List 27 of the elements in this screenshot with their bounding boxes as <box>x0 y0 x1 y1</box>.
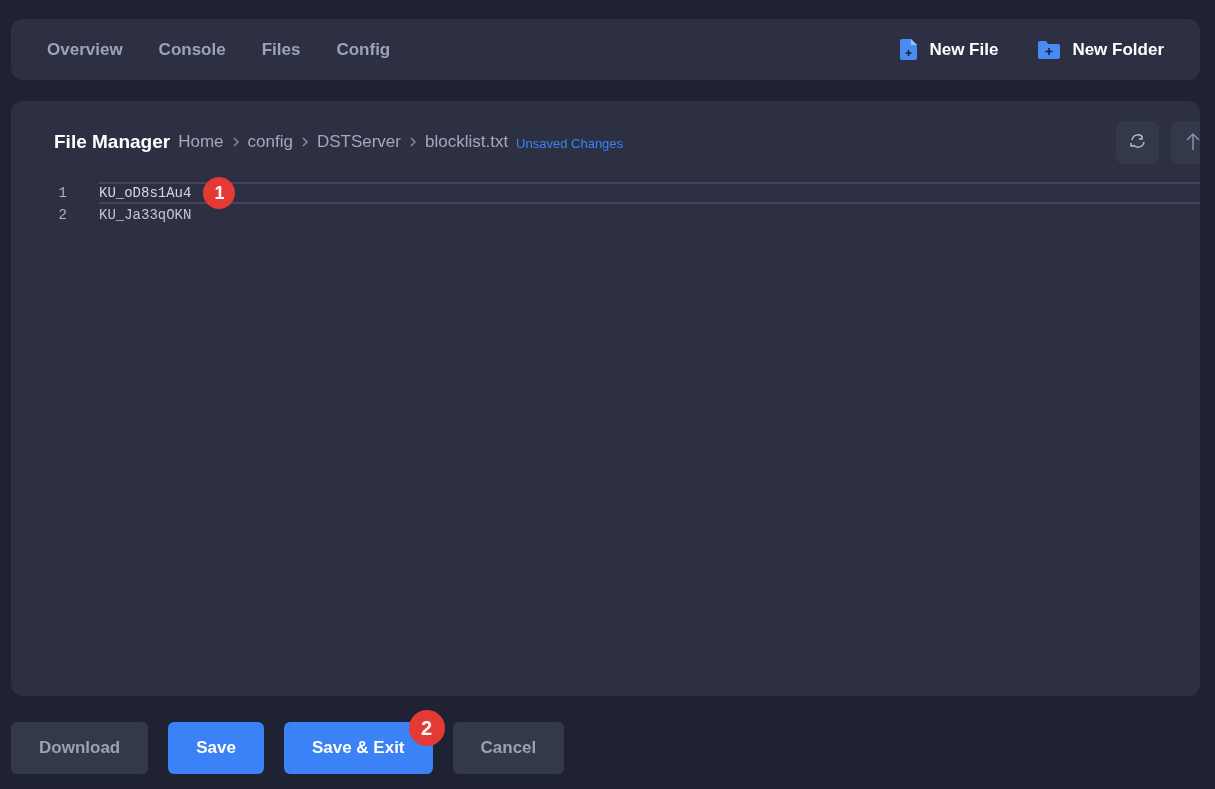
nav-tab[interactable]: Console <box>146 32 238 67</box>
breadcrumb-link[interactable]: blocklist.txt <box>424 129 509 155</box>
breadcrumb-link[interactable]: DSTServer <box>316 129 401 155</box>
step-marker: 2 <box>408 710 445 746</box>
new-folder-button[interactable]: New Folder <box>1026 32 1176 67</box>
new-file-button[interactable]: New File <box>888 32 1011 67</box>
panel-title: File Manager <box>54 129 171 154</box>
line-number: 1 <box>57 183 68 203</box>
unsaved-status: Unsaved Changes <box>516 134 624 153</box>
chevron-right-icon <box>300 136 309 148</box>
code-line: KU_oD8s1Au4 <box>99 183 192 203</box>
action-button[interactable]: Download <box>11 722 149 774</box>
code-line: KU_Ja33qOKN <box>99 205 192 225</box>
refresh-button[interactable] <box>1116 120 1159 164</box>
new-file-icon <box>900 39 918 60</box>
breadcrumb-link[interactable]: Home <box>178 129 224 155</box>
breadcrumb-link[interactable]: config <box>247 129 293 155</box>
action-button[interactable]: Cancel <box>452 722 565 774</box>
chevron-right-icon <box>408 136 417 148</box>
new-folder-icon <box>1038 40 1061 59</box>
nav-tab[interactable]: Files <box>249 32 313 67</box>
nav-tab[interactable]: Overview <box>35 32 135 67</box>
line-number: 2 <box>57 205 68 225</box>
step-marker: 1 <box>203 177 236 209</box>
chevron-right-icon <box>231 136 240 148</box>
action-button[interactable]: Save <box>168 722 264 774</box>
nav-tab[interactable]: Config <box>324 32 403 67</box>
